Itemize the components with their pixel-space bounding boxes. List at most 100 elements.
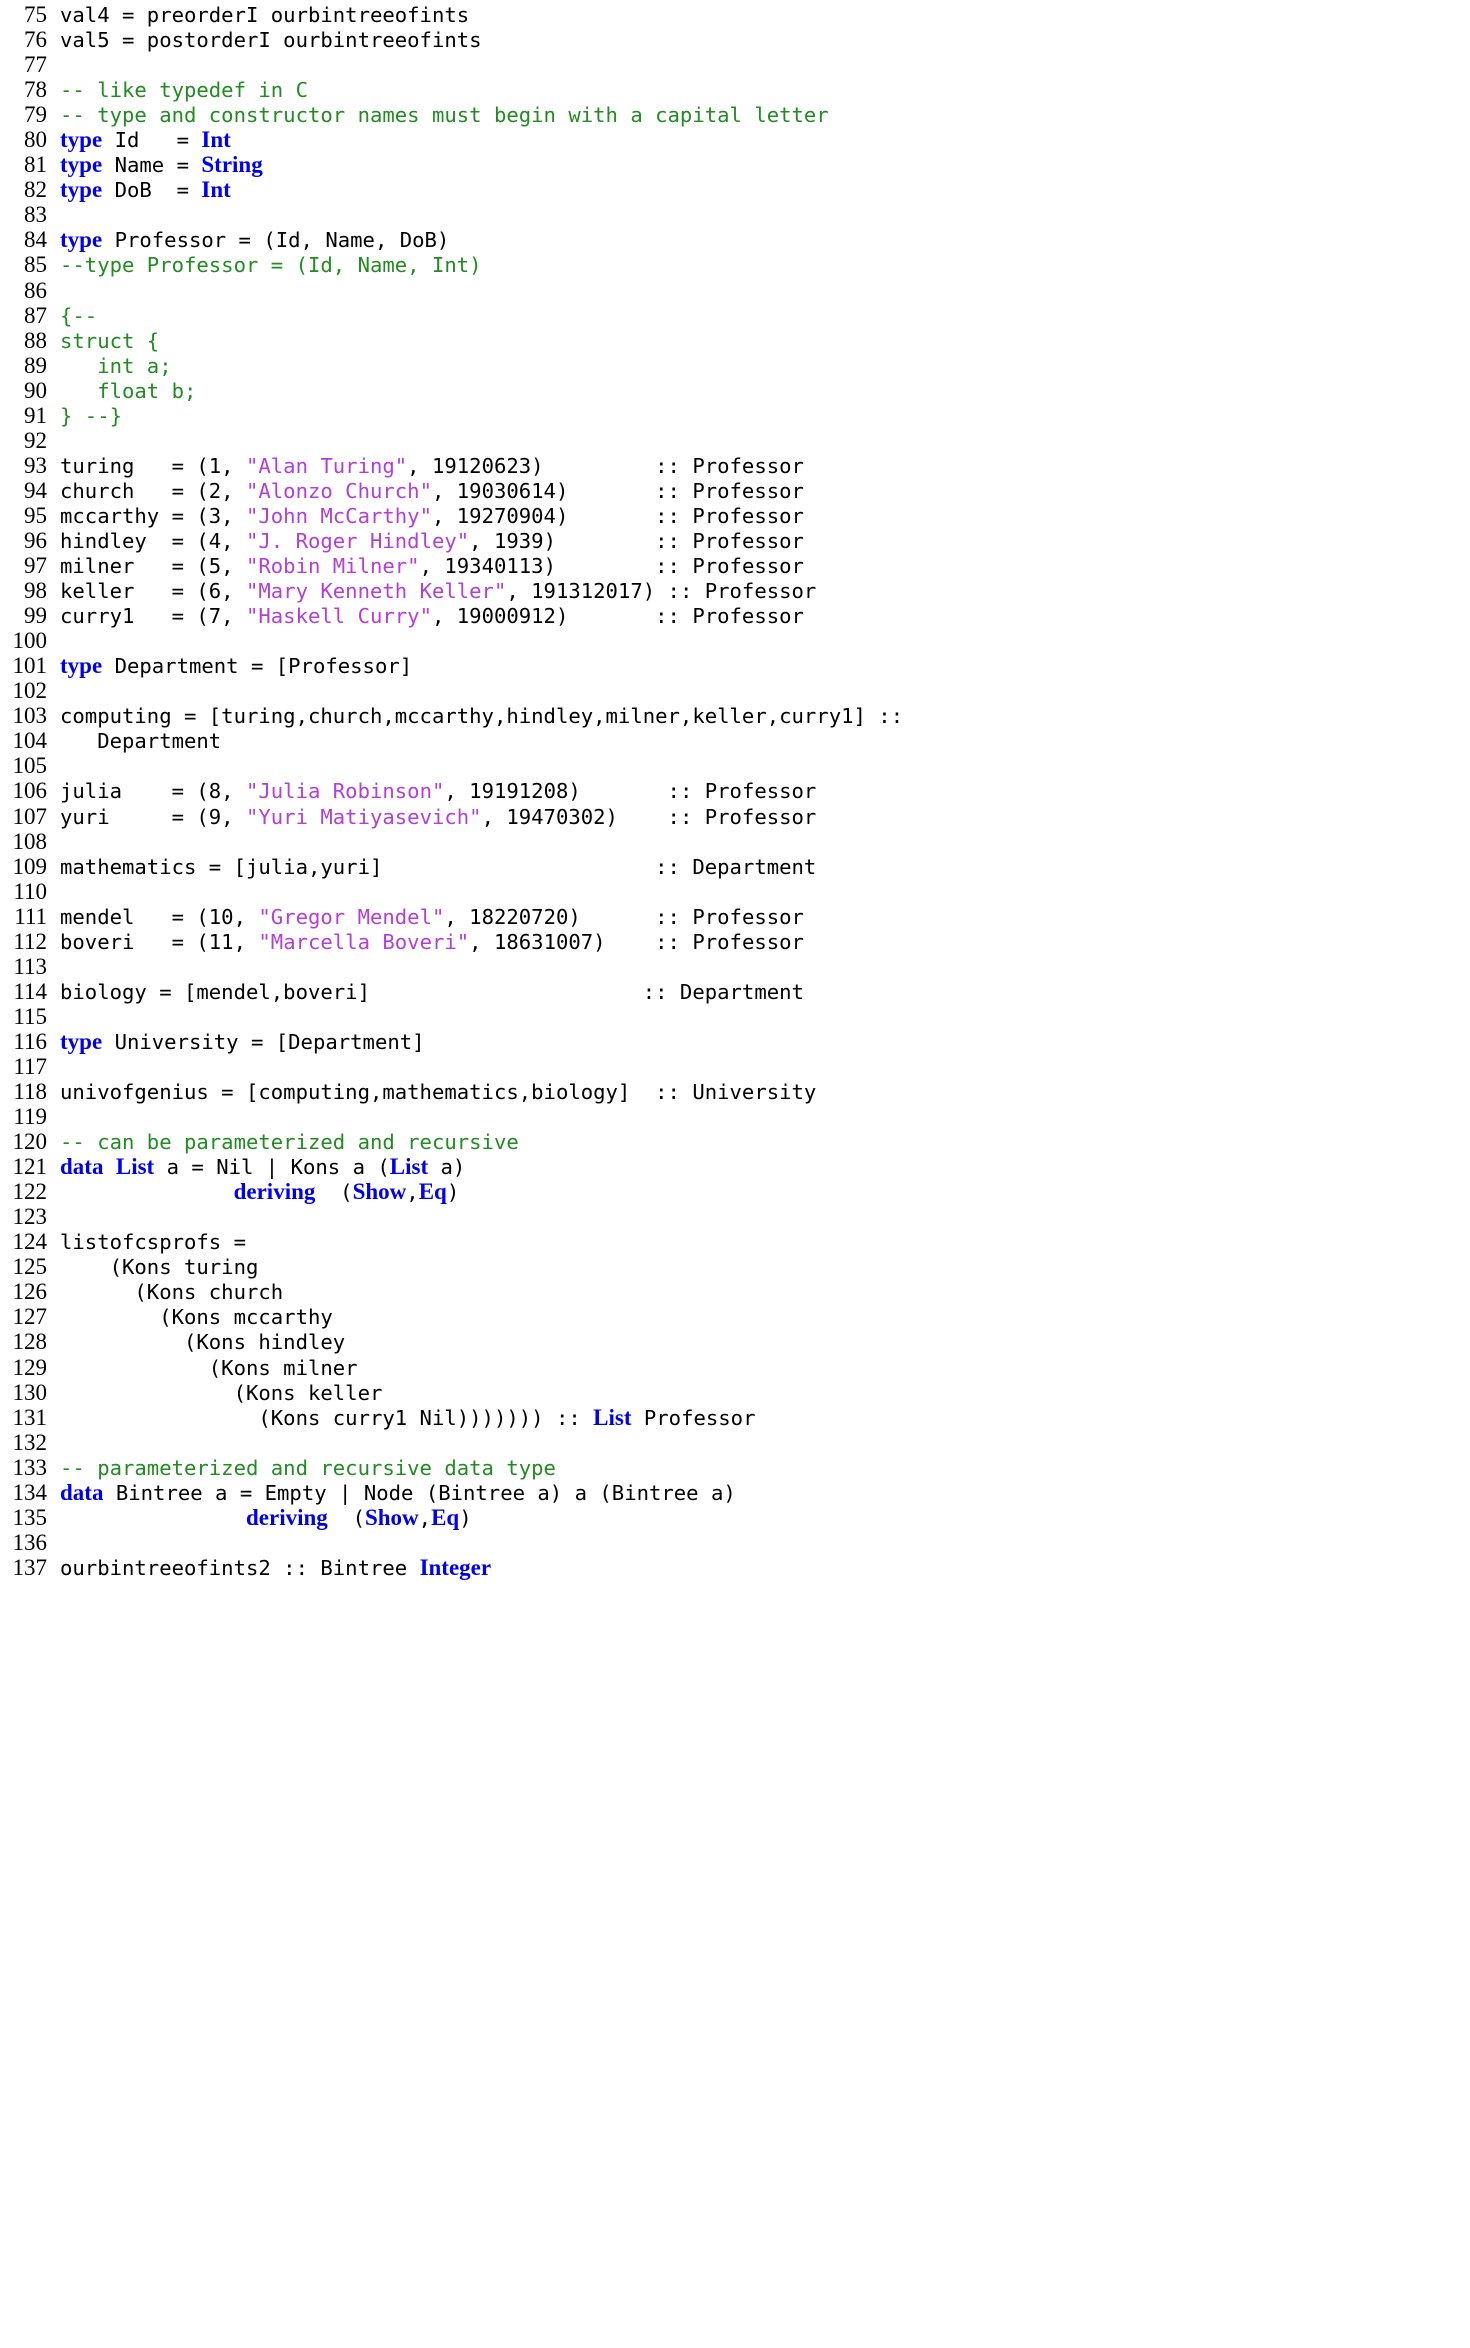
line-number: 117: [13, 1053, 47, 1079]
line-number: 99: [24, 603, 47, 629]
line-number: 115: [13, 1003, 47, 1029]
code-line: 124 listofcsprofs =: [0, 1229, 1470, 1254]
code-line: 126 (Kons church: [0, 1279, 1470, 1304]
code-token-pl: , 19270904) :: Professor: [431, 503, 804, 528]
line-number: 116: [13, 1028, 47, 1054]
code-line: 78 -- like typedef in C: [0, 77, 1470, 102]
line-number: 95: [24, 502, 47, 528]
code-text: type DoB = Int: [47, 177, 231, 203]
line-number: 130: [12, 1379, 48, 1405]
code-line: 96 hindley = (4, "J. Roger Hindley", 1939…: [0, 528, 1470, 553]
line-number: 137: [12, 1554, 48, 1580]
code-text: float b;: [47, 379, 196, 404]
code-line: 97 milner = (5, "Robin Milner", 19340113)…: [0, 553, 1470, 578]
code-line: 82 type DoB = Int: [0, 177, 1470, 202]
line-number: 97: [24, 553, 47, 579]
line-number: 120: [12, 1129, 48, 1155]
line-number: 103: [12, 703, 48, 729]
code-line: 117: [0, 1054, 1470, 1079]
code-token-pl: mathematics = [julia,yuri] :: Department: [60, 854, 817, 879]
code-token-pl: , 18631007) :: Professor: [469, 929, 804, 954]
code-line: 104 Department: [0, 728, 1470, 753]
code-line: 112 boveri = (11, "Marcella Boveri", 1863…: [0, 929, 1470, 954]
code-text: church = (2, "Alonzo Church", 19030614) …: [47, 479, 804, 504]
code-token-pl: (Kons curry1 Nil))))))) ::: [60, 1405, 594, 1430]
line-number: 87: [24, 302, 47, 328]
line-number: 122: [12, 1179, 48, 1205]
code-token-pl: Department: [60, 729, 222, 754]
code-text: mendel = (10, "Gregor Mendel", 18220720)…: [47, 905, 804, 930]
code-text: -- type and constructor names must begin…: [47, 103, 829, 128]
line-number: 109: [12, 853, 48, 879]
code-line: 123: [0, 1204, 1470, 1229]
code-line: 79 -- type and constructor names must beg…: [0, 102, 1470, 127]
code-text: int a;: [47, 354, 171, 379]
line-number: 81: [24, 152, 47, 178]
code-line: 87 {--: [0, 303, 1470, 328]
code-token-ty: List: [593, 1404, 632, 1430]
code-line: 105: [0, 753, 1470, 778]
code-token-pl: (Kons keller: [60, 1380, 383, 1405]
code-token-pl: boveri = (11,: [60, 929, 259, 954]
code-line: 76 val5 = postorderI ourbintreeofints: [0, 27, 1470, 52]
code-token-kw: data: [60, 1479, 104, 1505]
code-text: -- like typedef in C: [47, 78, 308, 103]
line-number: 98: [24, 578, 47, 604]
code-text: type University = [Department]: [47, 1029, 425, 1055]
line-number: 93: [24, 452, 47, 478]
code-line: 101 type Department = [Professor]: [0, 653, 1470, 678]
code-token-pl: , 19000912) :: Professor: [431, 604, 804, 629]
code-text: type Id = Int: [47, 127, 231, 153]
code-line: 84 type Professor = (Id, Name, DoB): [0, 227, 1470, 252]
code-token-st: "J. Roger Hindley": [245, 528, 470, 553]
code-token-pl: Name =: [102, 153, 202, 178]
line-number: 89: [24, 352, 47, 378]
code-line: 106 julia = (8, "Julia Robinson", 1919120…: [0, 778, 1470, 803]
code-line: 88 struct {: [0, 328, 1470, 353]
code-token-st: "Robin Milner": [245, 554, 420, 579]
code-token-pl: , 191312017) :: Professor: [506, 579, 817, 604]
code-line: 109 mathematics = [julia,yuri] :: Departm…: [0, 854, 1470, 879]
code-token-pl: University = [Department]: [102, 1029, 425, 1054]
code-line: 102: [0, 678, 1470, 703]
code-line: 100: [0, 628, 1470, 653]
code-text: (Kons keller: [47, 1380, 383, 1406]
code-token-ty: Show: [364, 1504, 419, 1530]
code-line: 107 yuri = (9, "Yuri Matiyasevich", 19470…: [0, 804, 1470, 829]
code-line: 95 mccarthy = (3, "John McCarthy", 192709…: [0, 503, 1470, 528]
line-number: 101: [12, 653, 48, 679]
code-token-pl: , 19030614) :: Professor: [431, 478, 804, 503]
code-token-ty: Integer: [419, 1554, 492, 1580]
code-token-st: "Haskell Curry": [245, 604, 432, 629]
code-text: {--: [47, 304, 97, 329]
code-token-cm: -- type and constructor names must begin…: [60, 103, 829, 128]
code-token-st: "Alonzo Church": [245, 478, 432, 503]
code-token-ty: Int: [201, 127, 231, 153]
code-token-kw: type: [60, 177, 103, 203]
code-token-pl: biology = [mendel,boveri] :: Department: [60, 979, 804, 1004]
code-line: 108: [0, 829, 1470, 854]
code-token-pl: Department = [Professor]: [102, 654, 413, 679]
code-token-pl: , 18220720) :: Professor: [444, 904, 804, 929]
code-line: 127 (Kons mccarthy: [0, 1304, 1470, 1329]
code-token-kw: type: [60, 1028, 103, 1054]
line-number: 123: [12, 1204, 48, 1230]
code-token-pl: listofcsprofs =: [60, 1230, 246, 1255]
line-number: 128: [12, 1329, 48, 1355]
code-text: (Kons turing: [47, 1255, 259, 1280]
code-token-kw: deriving: [233, 1179, 316, 1205]
code-text: hindley = (4, "J. Roger Hindley", 1939) …: [47, 529, 804, 554]
code-text: univofgenius = [computing,mathematics,bi…: [47, 1080, 816, 1105]
code-token-pl: milner = (5,: [60, 554, 246, 579]
line-number: 104: [12, 728, 48, 754]
code-text: ourbintreeofints2 :: Bintree Integer: [47, 1555, 491, 1581]
line-number: 108: [12, 828, 48, 854]
code-token-ty: Int: [201, 177, 231, 203]
code-line: 81 type Name = String: [0, 152, 1470, 177]
code-token-pl: mendel = (10,: [60, 904, 259, 929]
code-text: boveri = (11, "Marcella Boveri", 1863100…: [47, 930, 804, 955]
code-text: Department: [47, 729, 221, 754]
code-token-st: "John McCarthy": [245, 503, 432, 528]
code-token-cm: -- like typedef in C: [60, 78, 308, 103]
